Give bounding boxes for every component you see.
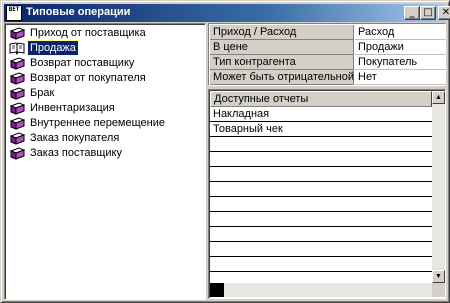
book-icon xyxy=(9,72,26,85)
report-row[interactable] xyxy=(210,227,432,242)
scroll-up-button[interactable]: ▲ xyxy=(432,91,445,104)
operation-label: Заказ поставщику xyxy=(30,147,122,159)
typical-operations-window: ВЕТ Типовые операции _ □ ✕ Приход от пос… xyxy=(0,0,450,303)
report-row[interactable]: Накладная xyxy=(210,107,432,122)
property-value[interactable]: Продажи xyxy=(355,40,446,55)
scroll-down-button[interactable]: ▼ xyxy=(432,270,445,283)
horizontal-scroll-thumb[interactable] xyxy=(210,283,224,297)
property-name: Может быть отрицательной xyxy=(210,70,354,85)
operation-label: Инвентаризация xyxy=(30,102,115,114)
book-icon xyxy=(9,87,26,100)
operation-properties-table: Приход / Расход Расход В цене Продажи Тип ко… xyxy=(208,23,446,86)
report-row[interactable] xyxy=(210,197,432,212)
property-row[interactable]: Приход / Расход Расход xyxy=(210,25,446,40)
operation-label: Заказ покупателя xyxy=(30,132,120,144)
report-row[interactable] xyxy=(210,182,432,197)
property-row[interactable]: В цене Продажи xyxy=(210,40,446,55)
operation-item[interactable]: Заказ поставщику xyxy=(7,146,203,161)
operation-label: Приход от поставщика xyxy=(30,27,146,39)
operations-list-panel: Приход от поставщика Продажа Возврат поста… xyxy=(4,23,206,300)
property-row[interactable]: Тип контрагента Покупатель xyxy=(210,55,446,70)
operation-item[interactable]: Заказ покупателя xyxy=(7,131,203,146)
operations-list: Приход от поставщика Продажа Возврат поста… xyxy=(7,26,203,161)
operation-item[interactable]: Продажа xyxy=(7,40,203,56)
operation-label: Продажа xyxy=(27,40,79,56)
minimize-button[interactable]: _ xyxy=(404,6,420,20)
operation-item[interactable]: Брак xyxy=(7,86,203,101)
report-row[interactable] xyxy=(210,242,432,257)
open-book-icon xyxy=(9,42,25,56)
book-icon xyxy=(9,57,26,70)
operation-item[interactable]: Внутреннее перемещение xyxy=(7,116,203,131)
book-icon xyxy=(9,27,26,40)
book-icon xyxy=(9,102,26,115)
report-row[interactable] xyxy=(210,152,432,167)
report-row[interactable] xyxy=(210,137,432,152)
property-row[interactable]: Может быть отрицательной Нет xyxy=(210,70,446,85)
property-value[interactable]: Покупатель xyxy=(355,55,446,70)
operation-item[interactable]: Возврат поставщику xyxy=(7,56,203,71)
window-title: Типовые операции xyxy=(26,6,131,18)
property-name: В цене xyxy=(210,40,354,55)
book-icon xyxy=(9,117,26,130)
scrollbar-corner xyxy=(432,283,445,297)
reports-list: Накладная Товарный чек xyxy=(210,107,432,272)
operation-label: Внутреннее перемещение xyxy=(30,117,165,129)
property-name: Приход / Расход xyxy=(210,25,354,40)
operation-label: Возврат поставщику xyxy=(30,57,135,69)
property-name: Тип контрагента xyxy=(210,55,354,70)
report-row[interactable]: Товарный чек xyxy=(210,122,432,137)
report-row[interactable] xyxy=(210,167,432,182)
title-bar[interactable]: ВЕТ Типовые операции _ □ ✕ xyxy=(4,4,450,22)
close-button[interactable]: ✕ xyxy=(438,6,450,20)
reports-horizontal-scrollbar[interactable] xyxy=(210,283,432,297)
book-icon xyxy=(9,132,26,145)
operation-item[interactable]: Приход от поставщика xyxy=(7,26,203,41)
reports-column-header[interactable]: Доступные отчеты xyxy=(210,91,432,107)
operation-label: Возврат от покупателя xyxy=(30,72,146,84)
maximize-button[interactable]: □ xyxy=(420,6,436,20)
operation-item[interactable]: Возврат от покупателя xyxy=(7,71,203,86)
report-row[interactable] xyxy=(210,212,432,227)
operation-label: Брак xyxy=(30,87,55,99)
operation-item[interactable]: Инвентаризация xyxy=(7,101,203,116)
reports-vertical-scrollbar[interactable]: ▲ ▼ xyxy=(432,91,445,283)
property-value[interactable]: Нет xyxy=(355,70,446,85)
app-icon[interactable]: ВЕТ xyxy=(6,5,22,21)
book-icon xyxy=(9,147,26,160)
report-row[interactable] xyxy=(210,257,432,272)
property-value[interactable]: Расход xyxy=(355,25,446,40)
available-reports-panel: Доступные отчеты Накладная Товарный чек ▲… xyxy=(208,89,446,299)
